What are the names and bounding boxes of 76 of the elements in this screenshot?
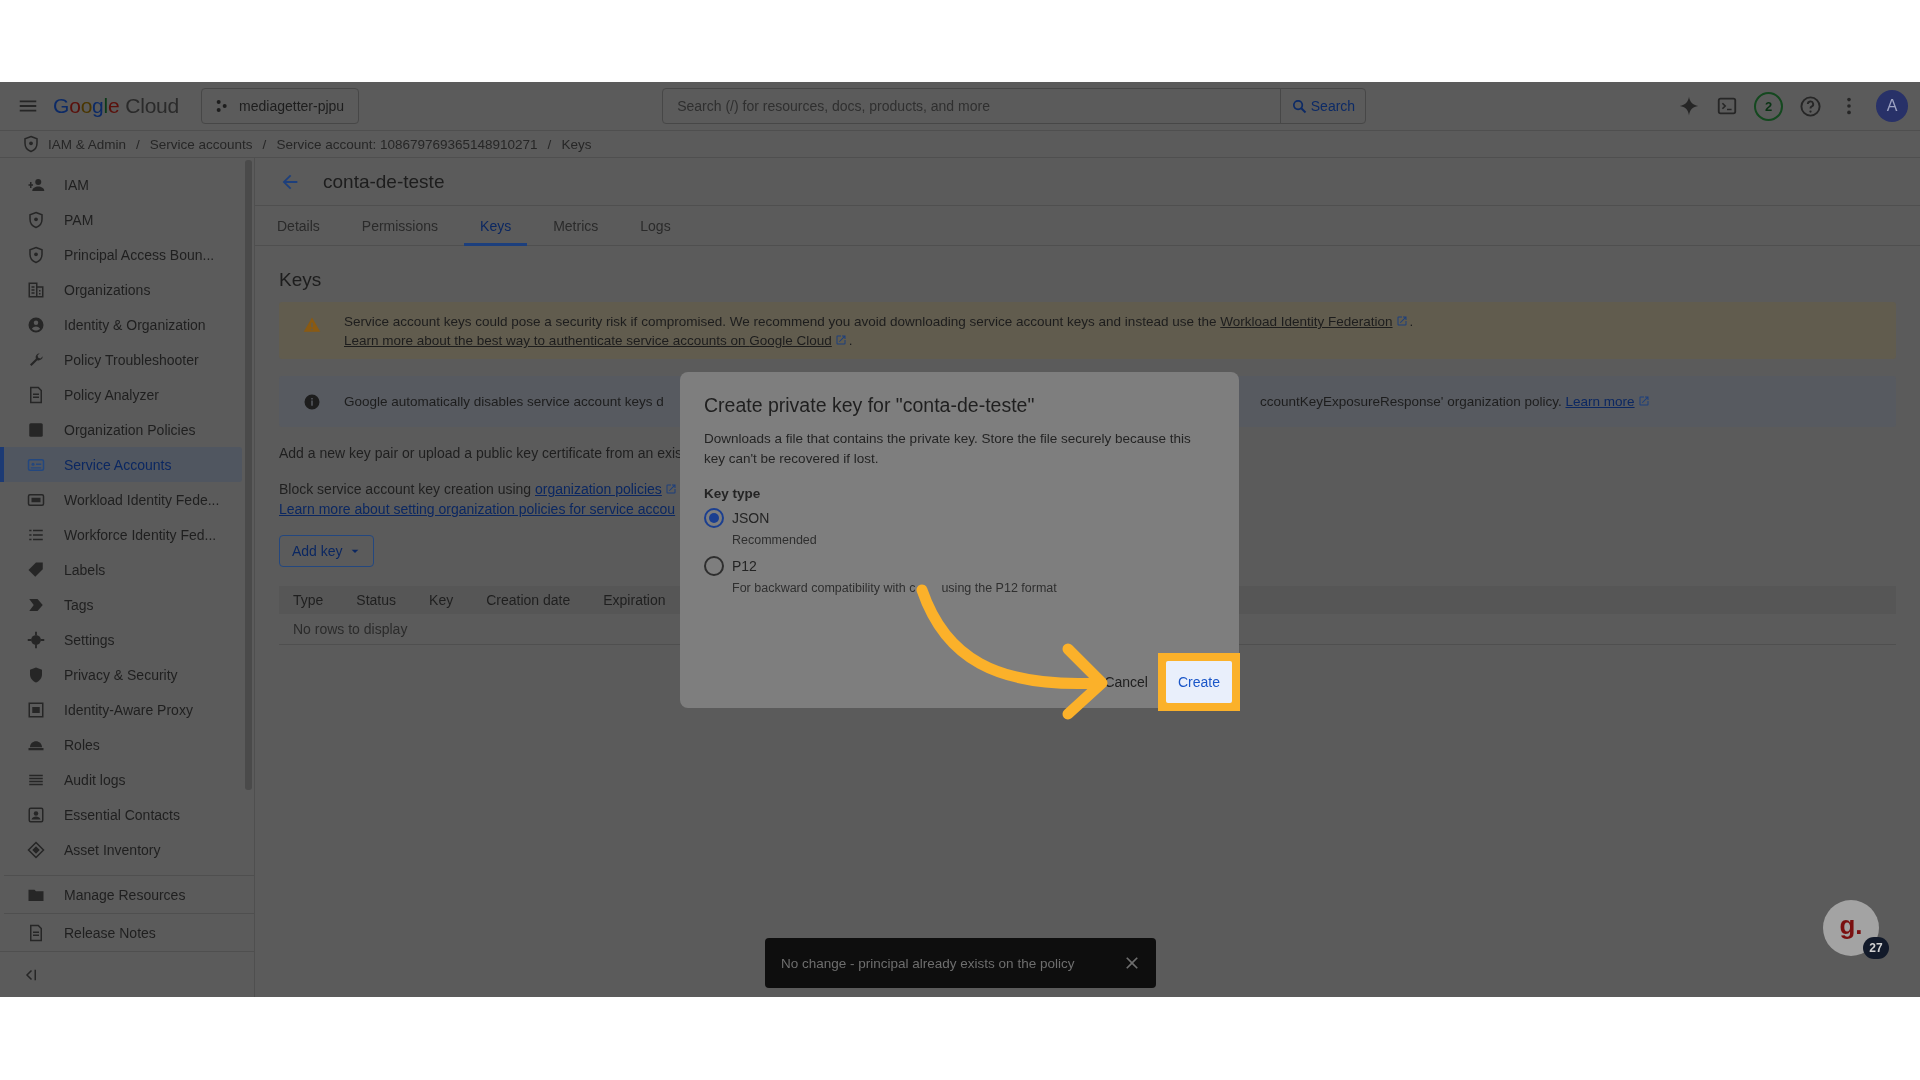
create-button[interactable]: Create [1165,661,1232,703]
sidebar-item[interactable]: Service Accounts [0,447,242,482]
sidebar-item[interactable]: Essential Contacts [0,797,242,832]
warning-icon [303,316,321,334]
notification-badge[interactable]: 2 [1754,91,1783,121]
link[interactable]: Learn more about the best way to authenticate service accounts on [344,333,750,348]
sidebar-item[interactable]: Labels [0,552,242,587]
option-label: JSON [732,509,771,528]
description-text: Block service account key creation using organization policies [279,479,679,499]
link[interactable]: Learn more about setting organization policies for service accou [279,501,676,517]
sidebar-item[interactable]: Organizations [0,272,242,307]
warning-text: Service account keys could pose a security risk if compromised. We recommend you avoid downloading service account keys and instead use the Workload Identity Federation . Learn more about the best way to authenticate service accounts on Google Cloud . [344,313,1415,350]
shield-icon [27,665,45,684]
info-icon [303,392,321,411]
radio-button[interactable] [704,508,724,528]
sidebar-item[interactable]: Workforce Identity Fed... [0,517,242,552]
option-hint: Recommended [732,533,817,547]
square-icon [27,420,45,439]
sidebar-item[interactable]: Manage Resources [4,875,254,914]
sidebar-item[interactable]: Policy Analyzer [0,377,242,412]
frame-icon [27,700,45,719]
section-heading: Keys [279,268,323,292]
sidebar-item[interactable]: Principal Access Boun... [0,237,242,272]
contact-card-icon [27,805,45,824]
search-button[interactable]: Search [1279,89,1366,123]
shield-icon [27,245,45,264]
sidebar-item[interactable]: Settings [0,622,242,657]
sidebar-item[interactable]: Organization Policies [0,412,242,447]
option-hint: For backward compatibility with c [732,581,916,595]
snackbar-message: No change - principal already exists on the policy [781,955,1076,971]
info-text: ccountKeyExposureResponse' organization policy. Learn more [1260,392,1652,411]
sidebar-item[interactable]: Policy Troubleshooter [0,342,242,377]
link[interactable]: Workload Identity Federation [1220,314,1393,329]
document-icon [27,923,45,942]
add-key-button[interactable]: Add key [279,535,374,567]
sidebar-item[interactable]: PAM [0,202,242,237]
tab[interactable]: Keys [464,206,528,246]
search-icon [1290,97,1308,115]
diamond-icon [27,840,45,859]
sidebar-item[interactable]: Identity-Aware Proxy [0,692,242,727]
breadcrumb-separator: / [262,136,267,152]
field-label: Key type [704,486,762,501]
sidebar-item[interactable]: IAM [0,167,242,202]
document-icon [27,385,45,404]
breadcrumb-separator: / [547,136,552,152]
help-icon[interactable] [1799,94,1822,118]
count-badge: 27 [1863,937,1889,959]
project-picker[interactable]: mediagetter-pjpu [201,88,360,124]
person-icon [27,315,45,334]
wrench-icon [27,350,45,369]
sidebar-item[interactable]: Privacy & Security [0,657,242,692]
breadcrumb-separator: / [136,136,140,152]
option-hint: using the P12 format [941,581,1057,595]
shield-icon [27,210,45,229]
tag-icon [27,560,45,579]
link[interactable]: organization policies [535,481,662,497]
sidebar-item[interactable]: Audit logs [0,762,242,797]
option-label: P12 [732,557,758,576]
link[interactable]: Learn more [1565,394,1635,409]
dialog-description: Downloads a file that contains the private key. Store the file securely because this key can't be recovered if lost. [704,430,1192,468]
gear-icon [27,630,45,649]
info-text: Google automatically disables service account keys d [344,394,664,409]
sidebar-item[interactable]: Identity & Organization [0,307,242,342]
dialog-title: Create private key for "conta-de-teste" [704,394,1036,417]
radio-button[interactable] [704,556,724,576]
page-title: conta-de-teste [323,170,445,193]
sidebar-item[interactable]: Workload Identity Fede... [0,482,242,517]
sidebar-item[interactable]: Roles [0,727,242,762]
sidebar-item[interactable]: Release Notes [4,913,254,952]
avatar[interactable]: A [1876,90,1908,122]
sidebar-item[interactable]: Asset Inventory [0,832,242,867]
terminal-icon[interactable] [1716,95,1738,117]
shield-icon [22,135,40,153]
building-icon [27,280,45,299]
sidebar-item[interactable]: Tags [0,587,242,622]
link[interactable]: Google Cloud [749,333,832,348]
